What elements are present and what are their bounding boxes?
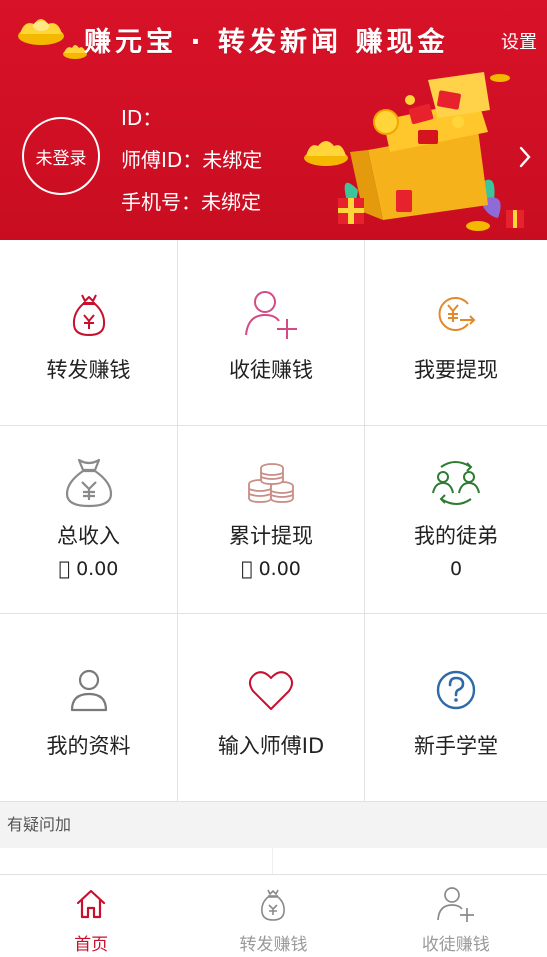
bottom-tab-bar: 首页 转发赚钱 收徒赚钱 [0, 874, 547, 957]
enter-master-id-label: 输入师傅ID [217, 734, 325, 758]
settings-button[interactable]: 设置 [501, 28, 537, 54]
my-profile-item[interactable]: 我的资料 [0, 614, 178, 802]
withdraw-label: 我要提现 [414, 358, 498, 382]
my-profile-label: 我的资料 [46, 734, 131, 758]
withdraw-item[interactable]: 我要提现 [365, 240, 547, 426]
share-earn-item[interactable]: 转发赚钱 [0, 240, 178, 426]
beginner-school-item[interactable]: 新手学堂 [365, 614, 547, 802]
account-info: ID： 师傅ID：未绑定 手机号：未绑定 [121, 104, 262, 230]
total-income-value:   0.00 [58, 558, 119, 580]
chevron-right-icon[interactable] [519, 146, 531, 168]
my-apprentices-value: 0 [449, 558, 463, 580]
tab-recruit-earn-label: 收徒赚钱 [421, 935, 490, 955]
gold-ingot-icon [18, 19, 64, 45]
treasure-chest-illustration [304, 72, 524, 231]
my-apprentices-label: 我的徒弟 [414, 524, 498, 548]
avatar-label: 未登录 [35, 148, 87, 169]
total-withdrawn-label: 累计提现 [229, 524, 313, 548]
my-apprentices-item[interactable]: 我的徒弟 0 [365, 426, 547, 614]
coin-stack-icon [248, 463, 294, 503]
tab-share-earn-label: 转发赚钱 [239, 935, 308, 955]
enter-master-id-item[interactable]: 输入师傅ID [178, 614, 365, 802]
divider [272, 848, 273, 874]
question-circle-icon [436, 670, 476, 710]
money-bag-icon [261, 889, 286, 921]
feature-grid: 转发赚钱 收徒赚钱 我要提现 [0, 240, 547, 802]
people-exchange-icon [432, 461, 480, 505]
add-user-icon [245, 291, 297, 339]
total-income-item[interactable]: 总收入   0.00 [0, 426, 178, 614]
blank-area [0, 848, 547, 874]
id-line: ID： [121, 106, 163, 130]
help-notice: 有疑问加 [0, 802, 547, 848]
heart-icon [249, 671, 293, 710]
phone-line: 手机号：未绑定 [121, 190, 261, 214]
home-icon [77, 889, 106, 919]
master-id-line: 师傅ID：未绑定 [121, 148, 263, 172]
tab-home[interactable]: 首页 [0, 875, 182, 957]
total-withdrawn-value:   0.00 [241, 558, 301, 580]
total-withdrawn-item[interactable]: 累计提现   0.00 [178, 426, 365, 614]
slogan-banner: 赚元宝 · 转发新闻 赚现金 [84, 27, 449, 58]
user-icon [70, 669, 107, 712]
login-avatar-button[interactable]: 未登录 [22, 117, 100, 195]
beginner-school-label: 新手学堂 [414, 734, 498, 758]
share-earn-label: 转发赚钱 [46, 358, 131, 382]
profile-header: 赚元宝 · 转发新闻 赚现金 设置 未登录 ID： 师傅ID：未绑定 手机号：未… [0, 0, 547, 240]
recruit-earn-item[interactable]: 收徒赚钱 [178, 240, 365, 426]
money-bag-icon [72, 294, 105, 337]
tab-home-label: 首页 [74, 935, 109, 955]
money-sack-icon [65, 458, 112, 508]
recruit-earn-label: 收徒赚钱 [229, 358, 313, 382]
add-user-icon [436, 887, 474, 922]
yuan-transfer-icon [438, 297, 476, 331]
tab-share-earn[interactable]: 转发赚钱 [182, 875, 364, 957]
tab-recruit-earn[interactable]: 收徒赚钱 [365, 875, 547, 957]
total-income-label: 总收入 [57, 524, 120, 548]
